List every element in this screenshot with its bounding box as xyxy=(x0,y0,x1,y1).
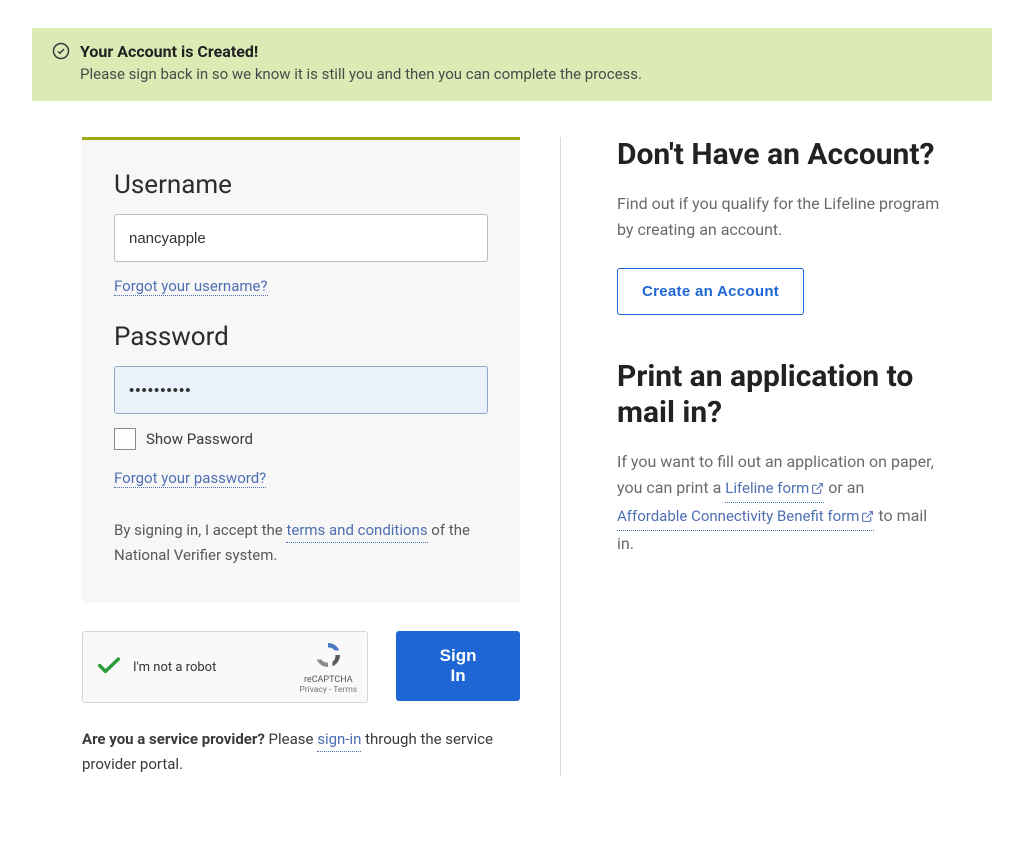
sign-in-button[interactable]: Sign In xyxy=(396,631,520,701)
no-account-text: Find out if you qualify for the Lifeline… xyxy=(617,191,942,242)
recaptcha-brand: reCAPTCHA Privacy - Terms xyxy=(299,640,357,695)
lifeline-form-link[interactable]: Lifeline form xyxy=(725,476,824,503)
provider-text: Are you a service provider? Please sign-… xyxy=(82,727,520,776)
username-input[interactable] xyxy=(114,214,488,262)
acp-form-link[interactable]: Affordable Connectivity Benefit form xyxy=(617,504,874,531)
provider-signin-link[interactable]: sign-in xyxy=(317,727,361,752)
terms-conditions-link[interactable]: terms and conditions xyxy=(286,518,427,543)
recaptcha-icon xyxy=(313,640,343,670)
recaptcha-label: I'm not a robot xyxy=(133,660,299,675)
recaptcha-widget[interactable]: I'm not a robot reCAPTCHA Privacy - Term… xyxy=(82,631,368,703)
show-password-label: Show Password xyxy=(146,430,253,448)
external-link-icon xyxy=(811,478,824,502)
check-circle-icon xyxy=(52,42,70,64)
success-alert: Your Account is Created! Please sign bac… xyxy=(32,28,992,101)
show-password-checkbox[interactable] xyxy=(114,428,136,450)
provider-question: Are you a service provider? xyxy=(82,730,265,748)
no-account-heading: Don't Have an Account? xyxy=(617,137,942,173)
alert-text: Please sign back in so we know it is sti… xyxy=(80,65,964,83)
print-text: If you want to fill out an application o… xyxy=(617,449,942,556)
username-label: Username xyxy=(114,170,488,200)
login-card: Username Forgot your username? Password … xyxy=(82,137,520,603)
external-link-icon xyxy=(861,506,874,530)
terms-text: By signing in, I accept the terms and co… xyxy=(114,518,488,567)
password-input[interactable] xyxy=(114,366,488,414)
forgot-password-link[interactable]: Forgot your password? xyxy=(114,469,266,488)
provider-prefix: Please xyxy=(265,730,317,748)
forgot-username-link[interactable]: Forgot your username? xyxy=(114,277,268,296)
password-label: Password xyxy=(114,322,488,352)
print-heading: Print an application to mail in? xyxy=(617,359,942,431)
checkmark-icon xyxy=(95,651,123,683)
alert-title: Your Account is Created! xyxy=(80,42,964,61)
create-account-button[interactable]: Create an Account xyxy=(617,268,804,315)
terms-prefix: By signing in, I accept the xyxy=(114,521,286,539)
print-mid: or an xyxy=(824,478,864,497)
